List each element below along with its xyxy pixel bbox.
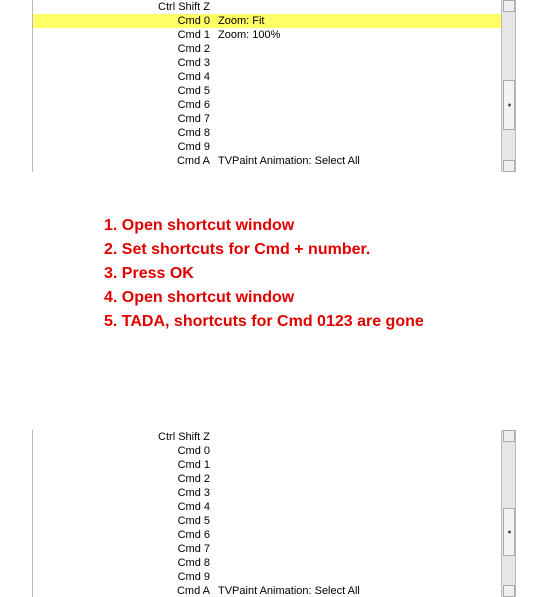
- table-row[interactable]: Cmd 7: [33, 542, 501, 556]
- shortcut-cell: Cmd 6: [33, 98, 218, 112]
- action-cell: [218, 514, 501, 528]
- shortcut-cell: Cmd 3: [33, 56, 218, 70]
- shortcut-list-before: Ctrl Shift Z Cmd 0 Zoom: Fit Cmd 1 Zoom:…: [32, 0, 516, 172]
- step-text: 2. Set shortcuts for Cmd + number.: [104, 238, 424, 262]
- action-cell: [218, 458, 501, 472]
- action-cell: [218, 556, 501, 570]
- action-cell: [218, 140, 501, 154]
- scroll-down-button[interactable]: [503, 585, 515, 597]
- action-cell: [218, 528, 501, 542]
- shortcut-cell: Cmd 3: [33, 486, 218, 500]
- shortcut-list-after: Ctrl Shift Z Cmd 0 Cmd 1 Cmd 2 Cmd 3 Cmd…: [32, 430, 516, 597]
- table-row[interactable]: Cmd 0 Zoom: Fit: [33, 14, 501, 28]
- shortcut-cell: Cmd 8: [33, 556, 218, 570]
- step-text: 1. Open shortcut window: [104, 214, 424, 238]
- table-row[interactable]: Cmd 9: [33, 570, 501, 584]
- table-row[interactable]: Cmd 4: [33, 70, 501, 84]
- shortcut-cell: Cmd 4: [33, 70, 218, 84]
- table-row[interactable]: Cmd 0: [33, 444, 501, 458]
- table-row[interactable]: Cmd 8: [33, 556, 501, 570]
- table-row[interactable]: Cmd 8: [33, 126, 501, 140]
- table-row[interactable]: Cmd 5: [33, 84, 501, 98]
- action-cell: [218, 500, 501, 514]
- scroll-thumb[interactable]: [503, 508, 515, 556]
- shortcut-cell: Ctrl Shift Z: [33, 430, 218, 444]
- shortcut-cell: Cmd 9: [33, 570, 218, 584]
- table-row[interactable]: Cmd 2: [33, 472, 501, 486]
- shortcut-cell: Cmd 4: [33, 500, 218, 514]
- step-text: 5. TADA, shortcuts for Cmd 0123 are gone: [104, 310, 424, 334]
- step-text: 4. Open shortcut window: [104, 286, 424, 310]
- table-row[interactable]: Ctrl Shift Z: [33, 0, 501, 14]
- action-cell: [218, 98, 501, 112]
- action-cell: TVPaint Animation: Select All: [218, 584, 501, 597]
- shortcut-cell: Cmd A: [33, 584, 218, 597]
- shortcut-cell: Cmd 7: [33, 542, 218, 556]
- scroll-down-button[interactable]: [503, 160, 515, 172]
- table-row[interactable]: Cmd 3: [33, 56, 501, 70]
- shortcut-cell: Cmd 2: [33, 42, 218, 56]
- shortcut-cell: Cmd 2: [33, 472, 218, 486]
- scroll-up-button[interactable]: [503, 430, 515, 442]
- table-row[interactable]: Cmd 5: [33, 514, 501, 528]
- shortcut-cell: Cmd 7: [33, 112, 218, 126]
- scroll-up-button[interactable]: [503, 0, 515, 12]
- action-cell: [218, 84, 501, 98]
- action-cell: [218, 56, 501, 70]
- action-cell: [218, 444, 501, 458]
- shortcut-cell: Cmd 8: [33, 126, 218, 140]
- shortcut-cell: Cmd 5: [33, 84, 218, 98]
- annotation-steps: 1. Open shortcut window 2. Set shortcuts…: [104, 214, 424, 334]
- action-cell: Zoom: 100%: [218, 28, 501, 42]
- action-cell: [218, 570, 501, 584]
- scroll-thumb[interactable]: [503, 80, 515, 130]
- step-text: 3. Press OK: [104, 262, 424, 286]
- scrollbar[interactable]: [502, 430, 516, 597]
- action-cell: [218, 0, 501, 14]
- shortcut-cell: Cmd 6: [33, 528, 218, 542]
- table-row[interactable]: Cmd 1 Zoom: 100%: [33, 28, 501, 42]
- action-cell: [218, 542, 501, 556]
- shortcut-cell: Cmd 1: [33, 458, 218, 472]
- shortcut-cell: Cmd A: [33, 154, 218, 168]
- action-cell: [218, 430, 501, 444]
- action-cell: TVPaint Animation: Select All: [218, 154, 501, 168]
- shortcut-listbox[interactable]: Ctrl Shift Z Cmd 0 Zoom: Fit Cmd 1 Zoom:…: [32, 0, 502, 172]
- table-row[interactable]: Cmd 1: [33, 458, 501, 472]
- table-row[interactable]: Cmd 2: [33, 42, 501, 56]
- shortcut-cell: Cmd 1: [33, 28, 218, 42]
- table-row[interactable]: Ctrl Shift Z: [33, 430, 501, 444]
- scrollbar[interactable]: [502, 0, 516, 172]
- shortcut-cell: Cmd 9: [33, 140, 218, 154]
- table-row[interactable]: Cmd 6: [33, 98, 501, 112]
- shortcut-cell: Ctrl Shift Z: [33, 0, 218, 14]
- action-cell: [218, 486, 501, 500]
- action-cell: Zoom: Fit: [218, 14, 501, 28]
- table-row[interactable]: Cmd 9: [33, 140, 501, 154]
- table-row[interactable]: Cmd A TVPaint Animation: Select All: [33, 584, 501, 597]
- shortcut-cell: Cmd 5: [33, 514, 218, 528]
- shortcut-cell: Cmd 0: [33, 14, 218, 28]
- table-row[interactable]: Cmd 4: [33, 500, 501, 514]
- action-cell: [218, 112, 501, 126]
- shortcut-listbox[interactable]: Ctrl Shift Z Cmd 0 Cmd 1 Cmd 2 Cmd 3 Cmd…: [32, 430, 502, 597]
- table-row[interactable]: Cmd 7: [33, 112, 501, 126]
- action-cell: [218, 42, 501, 56]
- shortcut-cell: Cmd 0: [33, 444, 218, 458]
- table-row[interactable]: Cmd A TVPaint Animation: Select All: [33, 154, 501, 168]
- action-cell: [218, 70, 501, 84]
- table-row[interactable]: Cmd 3: [33, 486, 501, 500]
- action-cell: [218, 472, 501, 486]
- action-cell: [218, 126, 501, 140]
- table-row[interactable]: Cmd 6: [33, 528, 501, 542]
